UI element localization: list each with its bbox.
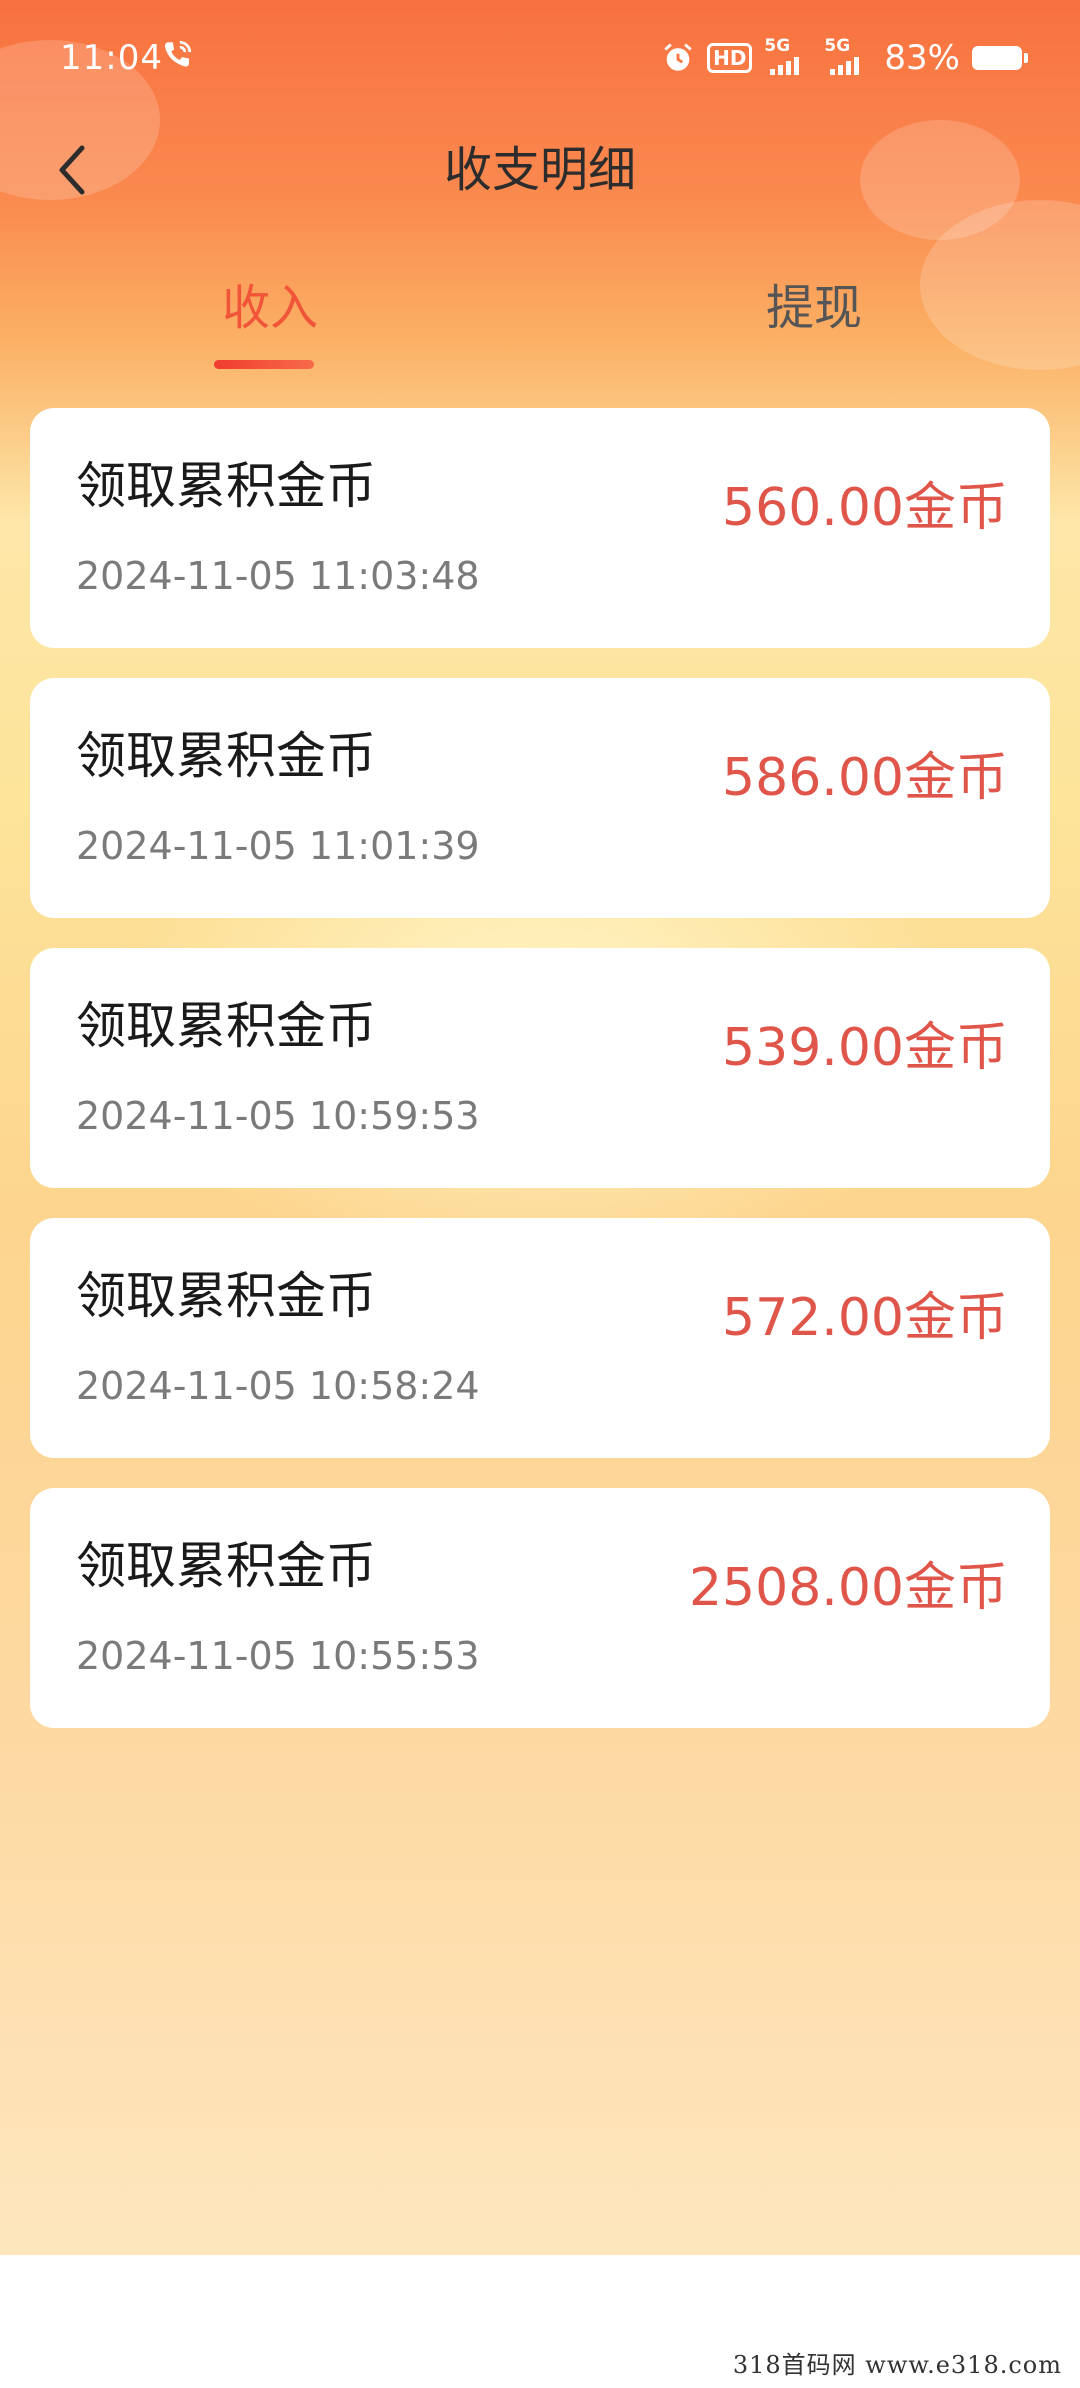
tab-withdraw[interactable]: 提现 xyxy=(766,278,862,338)
status-bar: 11:04 HD 5G 5G 83% xyxy=(0,0,1080,110)
hd-badge: HD xyxy=(707,43,753,73)
record-amount: 2508.00金币 xyxy=(688,1558,1008,1618)
record-time: 2024-11-05 10:59:53 xyxy=(76,1094,480,1138)
watermark: 318首码网 www.e318.com xyxy=(732,2351,1062,2379)
page-title: 收支明细 xyxy=(443,142,636,198)
record-amount: 586.00金币 xyxy=(722,748,1008,808)
record-time: 2024-11-05 10:58:24 xyxy=(76,1364,480,1408)
record-time: 2024-11-05 11:03:48 xyxy=(76,554,480,598)
network-label: 5G xyxy=(764,36,791,56)
tab-income[interactable]: 收入 xyxy=(222,278,318,338)
list-item: 领取累积金币 2024-11-05 10:59:53 539.00金币 xyxy=(30,948,1050,1188)
record-title: 领取累积金币 xyxy=(76,727,376,785)
record-title: 领取累积金币 xyxy=(76,997,376,1055)
network-label: 5G xyxy=(824,36,851,56)
record-title: 领取累积金币 xyxy=(76,1537,376,1595)
list-item: 领取累积金币 2024-11-05 11:01:39 586.00金币 xyxy=(30,678,1050,918)
record-title: 领取累积金币 xyxy=(76,1267,376,1325)
battery-icon xyxy=(972,46,1028,70)
list-item: 领取累积金币 2024-11-05 10:55:53 2508.00金币 xyxy=(30,1488,1050,1728)
record-time: 2024-11-05 10:55:53 xyxy=(76,1634,480,1678)
app-screen: 11:04 HD 5G 5G 83% 收支明细 收入 提现 领取累积金币 202… xyxy=(0,0,1080,2388)
signal-icon: 5G xyxy=(824,36,872,77)
active-tab-indicator xyxy=(214,360,314,369)
record-time: 2024-11-05 11:01:39 xyxy=(76,824,480,868)
signal-icon: 5G xyxy=(764,36,812,77)
record-amount: 539.00金币 xyxy=(722,1018,1008,1078)
status-icons: HD 5G 5G 83% xyxy=(661,36,1028,78)
status-time: 11:04 xyxy=(60,38,163,78)
battery-percent: 83% xyxy=(884,38,960,78)
wifi-call-icon xyxy=(164,40,192,67)
bottom-area: 318首码网 www.e318.com xyxy=(0,2255,1080,2388)
alarm-icon xyxy=(664,43,692,71)
record-amount: 560.00金币 xyxy=(722,478,1008,538)
record-title: 领取累积金币 xyxy=(76,457,376,515)
list-item: 领取累积金币 2024-11-05 10:58:24 572.00金币 xyxy=(30,1218,1050,1458)
record-amount: 572.00金币 xyxy=(722,1288,1008,1348)
list-item: 领取累积金币 2024-11-05 11:03:48 560.00金币 xyxy=(30,408,1050,648)
